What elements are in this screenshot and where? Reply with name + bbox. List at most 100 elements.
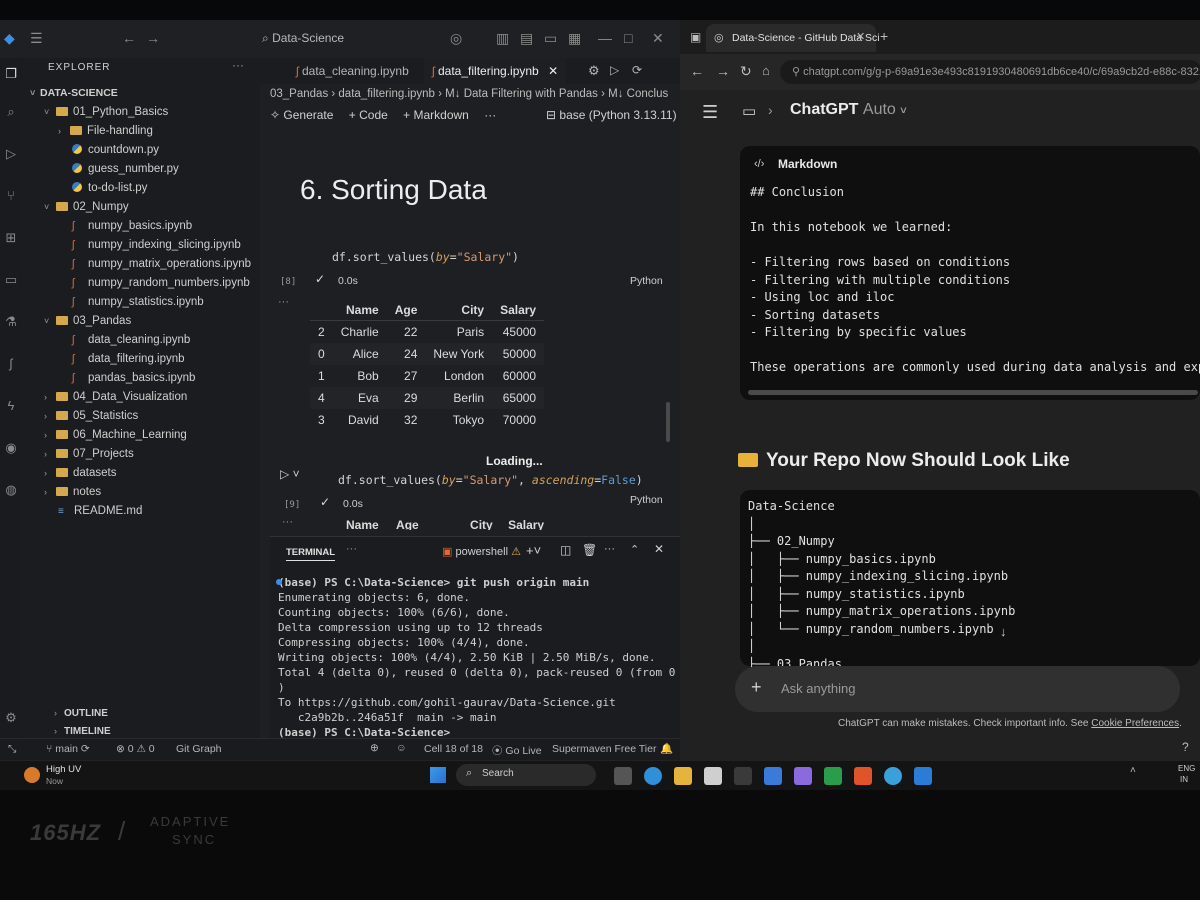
vscode-icon[interactable] — [914, 767, 932, 785]
tab-terminal[interactable]: TERMINAL — [286, 547, 336, 561]
brave-icon[interactable] — [854, 767, 872, 785]
breadcrumb[interactable]: 03_Pandas › data_filtering.ipynb › M↓ Da… — [270, 88, 668, 100]
tree-item[interactable]: ʃ data_filtering.ipynb — [22, 350, 260, 369]
prompt-box[interactable]: + Ask anything — [735, 666, 1180, 712]
notifications-bell-icon[interactable]: 🔔 — [660, 742, 673, 755]
store-icon[interactable] — [704, 767, 722, 785]
url-field[interactable]: ⚲ chatgpt.com/g/g-p-69a91e3e493c81919304… — [780, 60, 1200, 84]
prompt-placeholder[interactable]: Ask anything — [781, 681, 855, 696]
close-icon[interactable]: ✕ — [652, 30, 664, 47]
tree-item[interactable]: › datasets — [22, 464, 260, 483]
tree-item[interactable]: › 04_Data_Visualization — [22, 388, 260, 407]
terminal-more-icon[interactable]: ··· — [604, 543, 615, 555]
new-terminal-icon[interactable]: +˅ — [526, 543, 541, 558]
browser-tab-active[interactable]: ◎ Data-Science - GitHub Data Sci — [706, 24, 880, 52]
tray-chevron-icon[interactable]: ˄ — [1130, 765, 1136, 776]
kernel-picker[interactable]: ⊟ base (Python 3.13.11) — [546, 108, 677, 122]
back-arrow-icon[interactable]: ← — [122, 30, 136, 46]
split-editor-icon[interactable]: ⟳ — [632, 63, 642, 77]
file-explorer-icon[interactable] — [674, 767, 692, 785]
chrome-icon[interactable] — [884, 767, 902, 785]
model-selector[interactable]: ChatGPT Auto ˅ — [790, 101, 907, 119]
weather-label[interactable]: High UV — [46, 764, 81, 775]
copilot-icon[interactable]: ◎ — [450, 30, 462, 47]
forward-arrow-icon[interactable]: → — [716, 63, 730, 79]
minimize-icon[interactable]: — — [598, 30, 612, 46]
output-more-icon[interactable]: ··· — [282, 516, 293, 528]
taskbar-search[interactable]: ⌕ Search — [456, 764, 596, 786]
help-icon[interactable]: ? — [1182, 740, 1189, 754]
branch-indicator[interactable]: ⑂ main ⟳ — [46, 743, 90, 755]
customize-layout-icon[interactable]: ▦ — [568, 30, 581, 47]
maximize-panel-icon[interactable]: ⌃ — [630, 543, 639, 556]
cell-indicator[interactable]: Cell 18 of 18 — [424, 743, 483, 755]
layout-panel-icon[interactable]: ▤ — [520, 30, 533, 47]
supermaven-status[interactable]: Supermaven Free Tier — [552, 743, 656, 755]
tree-item[interactable]: › 05_Statistics — [22, 407, 260, 426]
kill-terminal-icon[interactable]: 🗑 — [582, 543, 597, 557]
output-more-icon[interactable]: ··· — [278, 296, 289, 308]
home-icon[interactable]: ⌂ — [762, 63, 770, 78]
tree-item[interactable]: ʃ numpy_basics.ipynb — [22, 217, 260, 236]
source-control-icon[interactable]: ⑂ — [3, 188, 19, 204]
terminal-shell-selector[interactable]: ▣ powershell ⚠ — [442, 545, 521, 558]
problems-indicator[interactable]: ⊗ 0 ⚠ 0 — [116, 743, 155, 755]
layout-bottom-icon[interactable]: ▭ — [544, 30, 557, 47]
app-icon[interactable] — [764, 767, 782, 785]
tab-data-cleaning[interactable]: ʃ data_cleaning.ipynb — [288, 58, 417, 84]
outline-section[interactable]: › OUTLINE — [22, 704, 108, 723]
split-terminal-icon[interactable]: ◫ — [560, 543, 571, 557]
tree-item[interactable]: › notes — [22, 483, 260, 502]
add-code-button[interactable]: + Code — [349, 108, 388, 122]
new-tab-icon[interactable]: + — [880, 28, 888, 44]
tree-item[interactable]: ≡ README.md — [22, 502, 260, 521]
windows-start-icon[interactable] — [430, 767, 446, 783]
run-debug-icon[interactable]: ▷ — [3, 146, 19, 162]
tree-item[interactable]: ʃ pandas_basics.ipynb — [22, 369, 260, 388]
run-icon[interactable]: ▷ — [610, 63, 619, 77]
terminal-more-icon[interactable]: ··· — [346, 543, 357, 555]
manage-gear-icon[interactable]: ⚙ — [3, 710, 19, 726]
go-live-button[interactable]: ⦿ Go Live — [492, 743, 542, 758]
tree-item[interactable]: › File-handling — [22, 122, 260, 141]
task-view-icon[interactable] — [614, 767, 632, 785]
extensions-icon[interactable]: ⊞ — [3, 230, 19, 246]
copilot-status-icon[interactable]: ☺ — [396, 742, 407, 754]
maximize-icon[interactable]: □ — [624, 30, 632, 46]
horizontal-scrollbar[interactable] — [748, 390, 1198, 395]
cookie-preferences-link[interactable]: Cookie Preferences — [1091, 718, 1179, 729]
tree-item[interactable]: ʃ data_cleaning.ipynb — [22, 331, 260, 350]
menu-icon[interactable]: ☰ — [30, 30, 43, 47]
project-folder-icon[interactable]: ▭ — [742, 102, 756, 120]
tree-item[interactable]: ˅ DATA-SCIENCE — [22, 84, 260, 103]
explorer-icon[interactable]: ❐ — [3, 66, 19, 82]
xbox-icon[interactable] — [824, 767, 842, 785]
layout-sidebar-icon[interactable]: ▥ — [496, 30, 509, 47]
more-actions-icon[interactable]: ··· — [232, 58, 244, 72]
remote-indicator-icon[interactable]: ⤡ — [8, 743, 16, 756]
run-cell-icon[interactable]: ▷ ˅ — [280, 467, 300, 481]
git-graph-button[interactable]: Git Graph — [176, 743, 222, 755]
tree-item[interactable]: › 07_Projects — [22, 445, 260, 464]
attach-plus-icon[interactable]: + — [751, 677, 762, 698]
tree-item[interactable]: ˅ 01_Python_Basics — [22, 103, 260, 122]
tree-item[interactable]: ʃ numpy_statistics.ipynb — [22, 293, 260, 312]
supermaven-icon[interactable]: ϟ — [3, 398, 19, 414]
edge-icon[interactable] — [644, 767, 662, 785]
forward-arrow-icon[interactable]: → — [146, 30, 160, 46]
close-tab-icon[interactable]: ✕ — [856, 30, 865, 43]
weather-icon[interactable] — [24, 767, 40, 783]
back-arrow-icon[interactable]: ← — [690, 63, 704, 79]
tree-item[interactable]: ʃ numpy_indexing_slicing.ipynb — [22, 236, 260, 255]
add-markdown-button[interactable]: + Markdown — [403, 108, 469, 122]
command-search[interactable]: ⌕ Data-Science — [262, 28, 432, 48]
tree-item[interactable]: ʃ numpy_matrix_operations.ipynb — [22, 255, 260, 274]
tree-item[interactable]: ˅ 03_Pandas — [22, 312, 260, 331]
terminal-output[interactable]: (base) PS C:\Data-Science> git push orig… — [278, 575, 675, 759]
github-icon[interactable]: ◉ — [3, 440, 19, 456]
tab-actions-icon[interactable]: ▣ — [690, 30, 701, 44]
zoom-icon[interactable]: ⊕ — [370, 742, 379, 754]
tree-item[interactable]: to-do-list.py — [22, 179, 260, 198]
generate-button[interactable]: ✧ Generate — [270, 108, 333, 122]
tree-item[interactable]: guess_number.py — [22, 160, 260, 179]
